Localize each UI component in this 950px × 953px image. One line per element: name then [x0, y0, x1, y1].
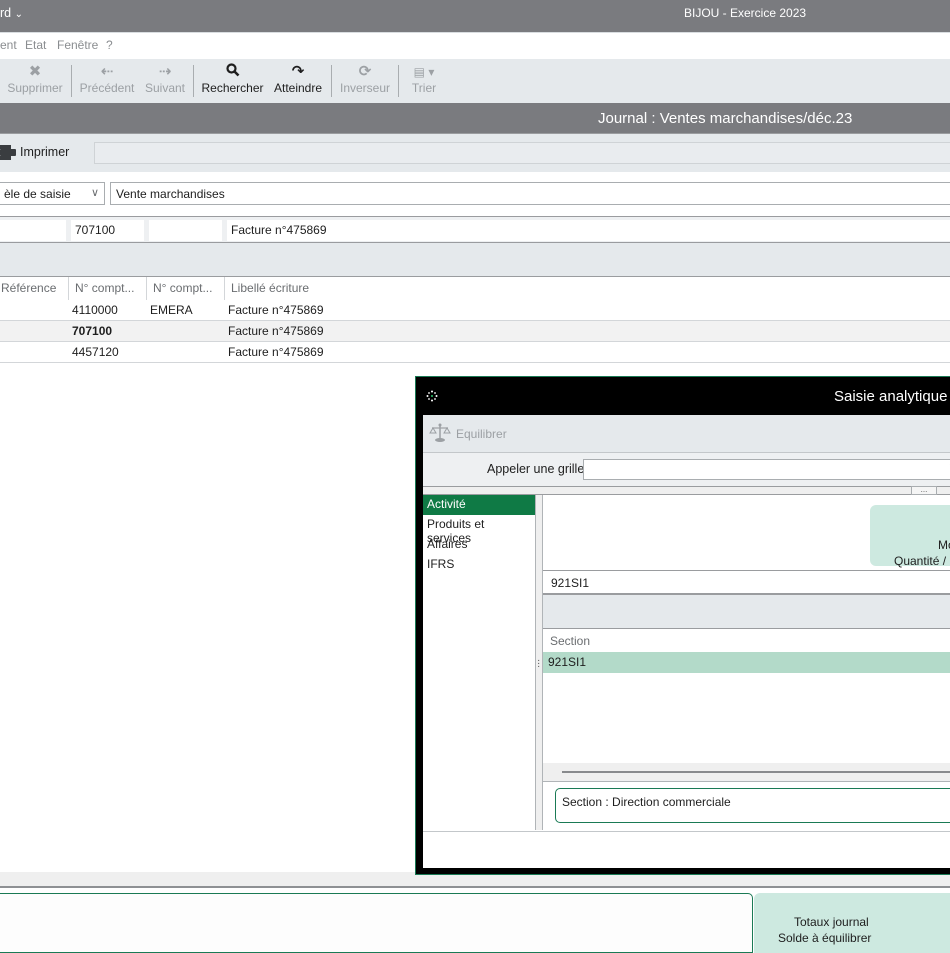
- toolbar: ✖ Supprimer ⇠ Précédent ⇢ Suivant Recher…: [0, 59, 950, 103]
- redo-arrow-icon: ↷: [291, 63, 305, 80]
- window-title: BIJOU - Exercice 2023: [684, 6, 807, 20]
- print-field[interactable]: [94, 142, 950, 164]
- dialog-body: Equilibrer Appeler une grille ∨ ... Acti…: [423, 415, 950, 868]
- section-row[interactable]: 921SI1: [543, 652, 950, 673]
- journal-header: Journal : Ventes marchandises/déc.23: [0, 103, 950, 134]
- separator-band: [0, 243, 950, 277]
- table-row[interactable]: 707100 Facture n°475869: [0, 321, 950, 342]
- arrow-left-icon: ⇠: [100, 63, 114, 80]
- move-handle-icon[interactable]: [426, 390, 438, 402]
- menu-item-traitement[interactable]: ent: [0, 38, 17, 52]
- analytic-entry-dialog: Saisie analytique : Equilibrer Appeler u…: [415, 376, 950, 875]
- toolbar-divider: [193, 65, 194, 97]
- axis-item-produits-services[interactable]: Produits et services: [423, 515, 535, 545]
- next-button[interactable]: ⇢ Suivant: [142, 63, 188, 101]
- section-description: Section : Direction commerciale: [555, 788, 950, 823]
- cell-aux: EMERA: [150, 303, 193, 317]
- search-button[interactable]: Rechercher: [200, 63, 265, 101]
- quantity-label: Quantité /: [894, 554, 947, 568]
- scrollbar-thumb[interactable]: [562, 771, 950, 773]
- account-input[interactable]: 707100: [71, 220, 144, 241]
- expander-bar: ...: [423, 486, 950, 495]
- cell-label: Facture n°475869: [228, 345, 324, 359]
- entry-model-select[interactable]: èle de saisie ∨: [0, 182, 105, 205]
- arrow-right-icon: ⇢: [158, 63, 172, 80]
- section-column-header[interactable]: Section: [543, 629, 950, 652]
- column-header-aux-account[interactable]: N° compt...: [147, 277, 225, 300]
- title-bar: rd ⌄ BIJOU - Exercice 2023: [0, 0, 950, 32]
- menu-item-fenetre[interactable]: Fenêtre: [57, 38, 98, 52]
- axis-item-activite[interactable]: Activité: [423, 495, 535, 515]
- grid-call-label: Appeler une grille: [487, 462, 585, 476]
- column-header-label[interactable]: Libellé écriture: [225, 277, 950, 300]
- more-options-button[interactable]: ...: [911, 486, 937, 495]
- dialog-title: Saisie analytique :: [834, 388, 950, 405]
- table-row[interactable]: 4110000 EMERA Facture n°475869: [0, 300, 950, 321]
- cell-account: 707100: [72, 324, 113, 338]
- printer-icon[interactable]: [0, 143, 16, 161]
- amount-label: Mo: [938, 538, 950, 552]
- menu-item-help[interactable]: ?: [106, 38, 113, 52]
- previous-button[interactable]: ⇠ Précédent: [78, 63, 136, 101]
- goto-button[interactable]: ↷ Atteindre: [270, 63, 326, 101]
- column-header-reference[interactable]: Référence: [0, 277, 69, 300]
- refresh-icon: ⟳: [358, 63, 372, 80]
- table-row[interactable]: 4457120 Facture n°475869: [0, 342, 950, 363]
- search-icon: [200, 63, 265, 81]
- cell-account: 4457120: [72, 345, 119, 359]
- totals-panel: Totaux journal Solde à équilibrer: [754, 893, 950, 953]
- journal-title: Journal : Ventes marchandises/déc.23: [598, 110, 853, 127]
- cell-account: 4110000: [72, 303, 118, 317]
- sort-list-icon: ▤ ▾: [413, 65, 435, 79]
- bottom-info-panel: [0, 893, 753, 953]
- close-x-icon: ✖: [28, 63, 42, 80]
- balance-label: Solde à équilibrer: [778, 931, 872, 945]
- grid-select[interactable]: ∨: [583, 459, 950, 480]
- cell-label: Facture n°475869: [228, 324, 324, 338]
- entry-label-input[interactable]: Facture n°475869: [227, 220, 950, 241]
- print-button[interactable]: Imprimer: [20, 145, 69, 159]
- section-separator: [543, 595, 950, 629]
- horizontal-scrollbar[interactable]: [543, 763, 950, 782]
- grid-call-row: Appeler une grille ∨: [423, 453, 950, 487]
- dialog-footer: [423, 831, 950, 868]
- entry-model-row: èle de saisie ∨ Vente marchandises: [0, 172, 950, 217]
- entry-model-name-field[interactable]: Vente marchandises: [110, 182, 950, 205]
- chevron-down-icon: ∨: [90, 187, 99, 199]
- inverter-button[interactable]: ⟳ Inverseur: [338, 63, 392, 101]
- analytic-axis-list: Activité Produits et services Affaires I…: [423, 495, 536, 830]
- section-input[interactable]: 921SI1: [543, 570, 950, 595]
- print-bar: Imprimer: [0, 134, 950, 172]
- axis-item-affaires[interactable]: Affaires: [423, 535, 535, 555]
- toolbar-divider: [71, 65, 72, 97]
- balance-scale-icon: [429, 423, 451, 442]
- section-panel: Mo Quantité / 921SI1 Section 921SI1 Sect…: [543, 495, 950, 830]
- cell-label: Facture n°475869: [228, 303, 324, 317]
- axis-item-ifrs[interactable]: IFRS: [423, 555, 535, 575]
- app-menu-fragment[interactable]: rd ⌄: [0, 6, 23, 20]
- sort-button[interactable]: ▤ ▾ Trier: [405, 63, 443, 101]
- menu-bar: ent Etat Fenêtre ?: [0, 32, 950, 59]
- delete-button[interactable]: ✖ Supprimer: [5, 63, 65, 101]
- column-header-account[interactable]: N° compt...: [69, 277, 147, 300]
- menu-item-etat[interactable]: Etat: [25, 38, 46, 52]
- entry-input-row: 707100 Facture n°475869: [0, 216, 950, 243]
- chevron-down-icon: ⌄: [14, 9, 23, 20]
- toolbar-divider: [398, 65, 399, 97]
- totals-journal-label: Totaux journal: [794, 915, 869, 929]
- reference-input[interactable]: [0, 220, 66, 241]
- balance-button[interactable]: Equilibrer: [456, 427, 507, 441]
- amount-summary: Mo Quantité /: [870, 505, 950, 568]
- grip-icon: · · ·: [537, 655, 541, 672]
- toolbar-divider: [331, 65, 332, 97]
- dialog-toolbar: Equilibrer: [423, 415, 950, 453]
- panel-splitter[interactable]: · · ·: [536, 495, 543, 830]
- aux-account-input[interactable]: [149, 220, 222, 241]
